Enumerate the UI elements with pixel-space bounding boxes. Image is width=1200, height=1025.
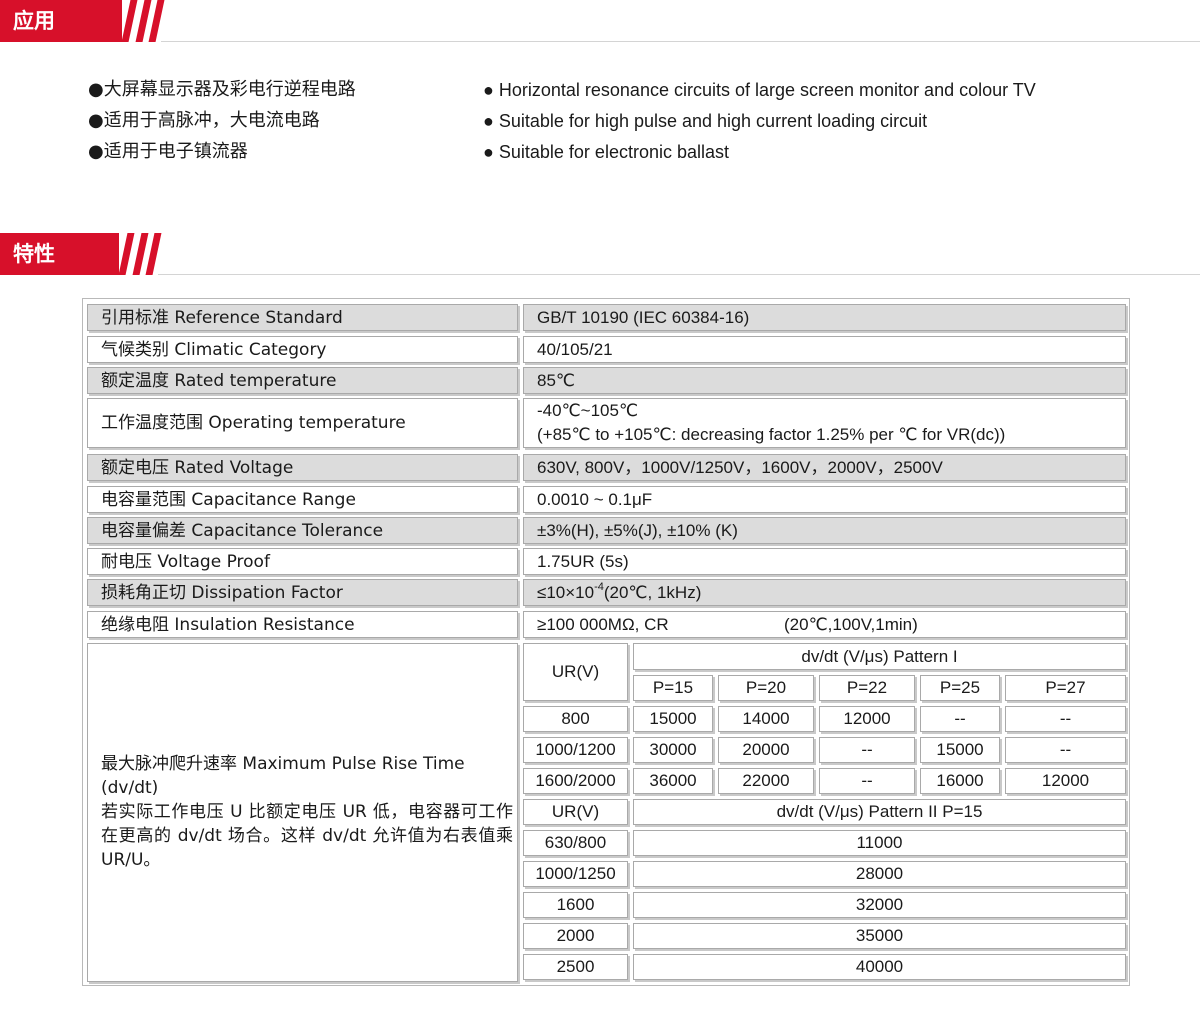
dvdt-cell: -- [920,706,1000,732]
section-header-application: 应用 [0,0,1200,44]
dvdt-cell: 11000 [633,830,1126,856]
header-stripe [148,0,165,42]
p-header: P=15 [633,675,713,701]
dvdt-cell: 30000 [633,737,713,763]
ur-cell: 630/800 [523,830,628,856]
dvdt-cell: 16000 [920,768,1000,794]
dvdt-cell: 32000 [633,892,1126,918]
spec-value: 85℃ [523,367,1126,394]
dvdt-description: 最大脉冲爬升速率 Maximum Pulse Rise Time (dv/dt)… [87,643,518,982]
dvdt-desc-line: 最大脉冲爬升速率 Maximum Pulse Rise Time [101,754,465,774]
dvdt-cell: 12000 [819,706,915,732]
list-item: ● Suitable for high pulse and high curre… [483,111,928,131]
spec-label: 额定电压 Rated Voltage [87,454,518,481]
ur-cell: 1600 [523,892,628,918]
list-item: ●适用于高脉冲，大电流电路 [88,110,320,131]
ur-header: UR(V) [523,643,628,701]
spec-value: ≥100 000MΩ, CR (20℃,100V,1min) [523,611,1126,638]
spec-value-part: (20℃,100V,1min) [784,614,918,634]
spec-value: ≤10×10 -4 (20℃, 1kHz) [523,579,1126,606]
spec-label: 引用标准 Reference Standard [87,304,518,331]
dvdt-cell: 15000 [633,706,713,732]
dvdt-desc-line: (dv/dt) [101,778,159,798]
ur-cell: 1000/1250 [523,861,628,887]
dvdt-cell: -- [1005,737,1126,763]
header-stripe [118,233,135,275]
ur-cell: 2500 [523,954,628,980]
p-header: P=22 [819,675,915,701]
spec-value: -40℃~105℃ (+85℃ to +105℃: decreasing fac… [523,398,1126,448]
ur-cell: 2000 [523,923,628,949]
p-header: P=20 [718,675,814,701]
list-item: ●大屏幕显示器及彩电行逆程电路 [88,79,356,100]
spec-label: 电容量范围 Capacitance Range [87,486,518,513]
spec-value-part: ≥100 000MΩ, CR [537,614,669,634]
dvdt-cell: 15000 [920,737,1000,763]
section-header-characteristics: 特性 [0,233,1200,277]
p-header: P=27 [1005,675,1126,701]
spec-label: 额定温度 Rated temperature [87,367,518,394]
dvdt-cell: 22000 [718,768,814,794]
spec-value: 40/105/21 [523,336,1126,363]
spec-value-part: (20℃, 1kHz) [603,582,702,602]
spec-value: 630V, 800V，1000V/1250V，1600V，2000V，2500V [523,454,1126,481]
spec-label: 耐电压 Voltage Proof [87,548,518,575]
spec-value-line: (+85℃ to +105℃: decreasing factor 1.25% … [537,425,1006,444]
header-stripe [121,0,138,42]
pattern2-header: dv/dt (V/μs) Pattern II P=15 [633,799,1126,825]
dvdt-cell: -- [819,737,915,763]
spec-value: 1.75UR (5s) [523,548,1126,575]
dvdt-cell: 36000 [633,768,713,794]
dvdt-cell: 20000 [718,737,814,763]
spec-label: 电容量偏差 Capacitance Tolerance [87,517,518,544]
spec-value-exponent: -4 [594,580,604,593]
dvdt-cell: 40000 [633,954,1126,980]
pattern1-header: dv/dt (V/μs) Pattern I [633,643,1126,670]
ur-cell: 800 [523,706,628,732]
list-item: ● Suitable for electronic ballast [483,142,729,162]
spec-value: GB/T 10190 (IEC 60384-16) [523,304,1126,331]
ur-cell: 1600/2000 [523,768,628,794]
spec-value: ±3%(H), ±5%(J), ±10% (K) [523,517,1126,544]
section-title: 特性 [0,233,119,275]
spec-label: 气候类别 Climatic Category [87,336,518,363]
ur-header: UR(V) [523,799,628,825]
spec-label: 绝缘电阻 Insulation Resistance [87,611,518,638]
header-divider [161,41,1200,42]
dvdt-cell: -- [819,768,915,794]
dvdt-cell: -- [1005,706,1126,732]
dvdt-desc-line: 若实际工作电压 U 比额定电压 UR 低，电容器可工作在更高的 dv/dt 场合… [101,802,513,870]
spec-label: 损耗角正切 Dissipation Factor [87,579,518,606]
header-divider [158,274,1200,275]
application-list-en: ● Horizontal resonance circuits of large… [483,78,1036,171]
spec-table: 引用标准 Reference Standard GB/T 10190 (IEC … [82,298,1130,986]
header-stripe [145,233,162,275]
list-item: ● Horizontal resonance circuits of large… [483,80,1036,100]
application-list-cn: ●大屏幕显示器及彩电行逆程电路 ●适用于高脉冲，大电流电路 ●适用于电子镇流器 [88,78,356,171]
list-item: ●适用于电子镇流器 [88,141,248,162]
spec-value-part: ≤10×10 [537,582,595,602]
ur-cell: 1000/1200 [523,737,628,763]
p-header: P=25 [920,675,1000,701]
spec-value: 0.0010 ~ 0.1μF [523,486,1126,513]
spec-value-line: -40℃~105℃ [537,401,639,420]
dvdt-cell: 14000 [718,706,814,732]
dvdt-cell: 35000 [633,923,1126,949]
dvdt-cell: 12000 [1005,768,1126,794]
spec-label: 工作温度范围 Operating temperature [87,398,518,448]
section-title: 应用 [0,0,122,42]
dvdt-cell: 28000 [633,861,1126,887]
